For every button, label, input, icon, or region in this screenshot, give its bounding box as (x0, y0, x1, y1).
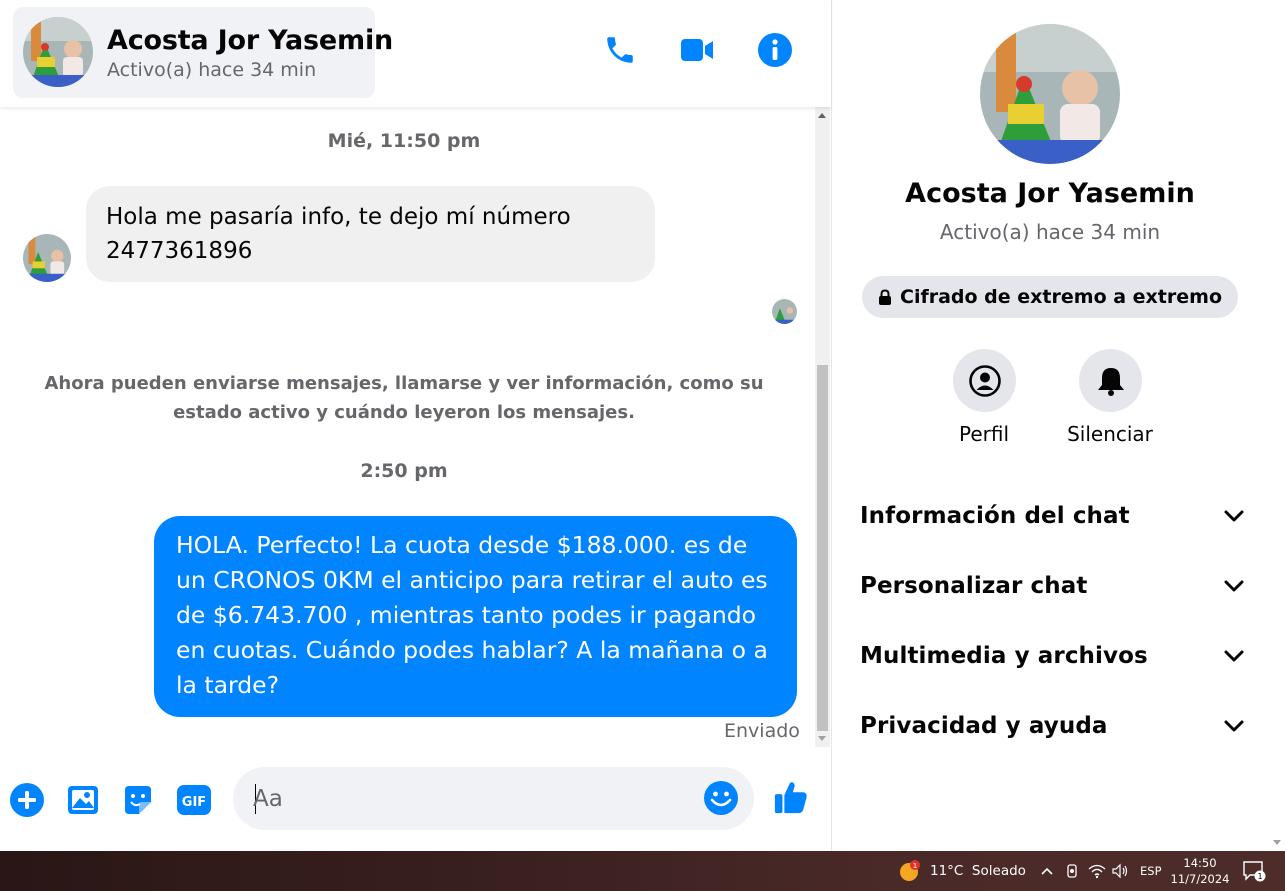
scroll-down-arrow-icon[interactable] (818, 736, 826, 741)
chevron-down-icon (1224, 510, 1244, 522)
message-list[interactable]: Mié, 11:50 pm Hola me pasaría info, te d… (0, 107, 815, 747)
sticker-icon[interactable] (120, 782, 156, 818)
page-scrollbar[interactable] (1268, 0, 1285, 851)
composer: GIF (0, 747, 831, 851)
sender-avatar[interactable] (23, 234, 71, 282)
taskbar: 1 11°C Soleado ESP 14:50 11/7/2024 1 (0, 851, 1285, 891)
language-indicator[interactable]: ESP (1140, 851, 1162, 891)
contact-status: Activo(a) hace 34 min (107, 59, 317, 81)
section-label: Personalizar chat (860, 573, 1088, 599)
profile-icon (968, 364, 1001, 397)
encryption-badge[interactable]: Cifrado de extremo a extremo (862, 276, 1238, 318)
chevron-down-icon (1224, 720, 1244, 732)
gallery-icon[interactable] (65, 782, 101, 818)
weather-badge: 1 (913, 862, 917, 870)
bell-icon (1097, 367, 1124, 396)
scrollbar-thumb[interactable] (817, 365, 828, 731)
scroll-up-arrow-icon[interactable] (818, 113, 826, 118)
section-label: Información del chat (860, 503, 1130, 529)
chevron-down-icon (1224, 580, 1244, 592)
system-clock[interactable]: 14:50 11/7/2024 (1168, 855, 1232, 887)
weather-widget[interactable]: 1 11°C Soleado (898, 851, 1026, 891)
timestamp: Mié, 11:50 pm (327, 130, 481, 152)
emoji-icon[interactable] (703, 780, 739, 816)
clock-date: 11/7/2024 (1170, 872, 1230, 886)
video-icon[interactable] (677, 30, 717, 70)
add-icon[interactable] (9, 782, 45, 818)
section-privacy-help[interactable]: Privacidad y ayuda (860, 698, 1244, 754)
section-media-files[interactable]: Multimedia y archivos (860, 628, 1244, 684)
conversation-info-panel: Acosta Jor Yasemin Activo(a) hace 34 min… (832, 0, 1268, 851)
contact-name[interactable]: Acosta Jor Yasemin (107, 25, 393, 56)
timestamp: 2:50 pm (360, 460, 448, 482)
notifications-icon[interactable]: 1 (1242, 851, 1266, 891)
hidden-icons-chevron-up-icon[interactable] (1040, 851, 1054, 891)
wifi-icon[interactable] (1088, 851, 1106, 891)
contact-card[interactable]: Acosta Jor Yasemin Activo(a) hace 34 min (13, 7, 393, 98)
scroll-down-arrow-icon[interactable] (1273, 840, 1281, 845)
section-customize-chat[interactable]: Personalizar chat (860, 558, 1244, 614)
thumbs-up-icon[interactable] (773, 779, 809, 815)
mute-button[interactable] (1079, 349, 1142, 412)
encryption-label: Cifrado de extremo a extremo (900, 286, 1222, 308)
section-chat-info[interactable]: Información del chat (860, 488, 1244, 544)
section-label: Multimedia y archivos (860, 643, 1148, 669)
lock-icon (879, 289, 891, 305)
message-input[interactable] (253, 783, 693, 815)
gif-icon[interactable]: GIF (176, 782, 212, 818)
gif-label: GIF (182, 795, 206, 810)
notification-count: 1 (1257, 872, 1262, 881)
device-icon[interactable] (1064, 851, 1080, 891)
read-receipt-avatar (772, 299, 797, 324)
info-contact-name: Acosta Jor Yasemin (905, 178, 1195, 209)
incoming-message[interactable]: Hola me pasaría info, te dejo mí número … (86, 186, 655, 282)
system-note: Ahora pueden enviarse mensajes, llamarse… (44, 373, 764, 423)
chat-pane: Acosta Jor Yasemin Activo(a) hace 34 min… (0, 0, 832, 851)
mute-label[interactable]: Silenciar (1030, 422, 1190, 446)
section-label: Privacidad y ayuda (860, 713, 1108, 739)
profile-button[interactable] (953, 349, 1016, 412)
phone-icon[interactable] (600, 30, 640, 70)
weather-text: 11°C Soleado (930, 863, 1026, 879)
message-input-box[interactable] (233, 767, 754, 830)
message-scrollbar[interactable] (815, 107, 830, 747)
chat-header: Acosta Jor Yasemin Activo(a) hace 34 min (0, 0, 831, 107)
info-contact-status: Activo(a) hace 34 min (939, 220, 1161, 244)
messenger-window: Acosta Jor Yasemin Activo(a) hace 34 min… (0, 0, 1285, 851)
info-avatar[interactable] (980, 24, 1120, 164)
sent-status: Enviado (724, 720, 800, 742)
info-icon[interactable] (755, 30, 795, 70)
outgoing-message[interactable]: HOLA. Perfecto! La cuota desde $188.000.… (154, 516, 797, 717)
chevron-down-icon (1224, 650, 1244, 662)
sun-icon: 1 (900, 860, 920, 881)
contact-avatar[interactable] (23, 17, 93, 87)
clock-time: 14:50 (1183, 856, 1217, 870)
volume-icon[interactable] (1111, 851, 1129, 891)
